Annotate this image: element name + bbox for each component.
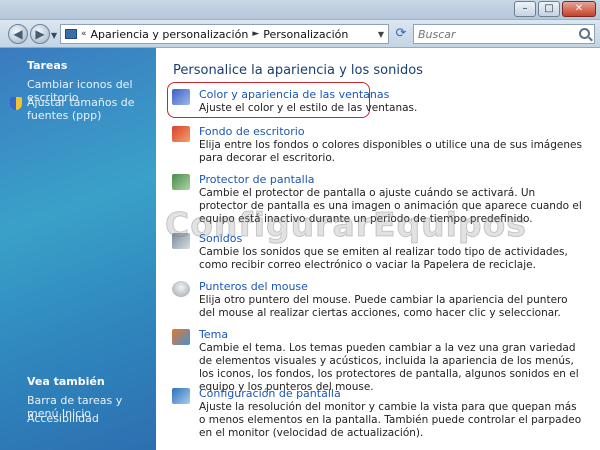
desc-screensaver: Cambie el protector de pantalla o ajuste… [199,187,582,225]
mouse-pointer-icon [172,281,190,297]
close-button[interactable]: ✕ [562,1,596,17]
recent-pages-dropdown[interactable]: ▼ [51,31,57,40]
search-input[interactable] [414,25,564,43]
window-color-icon [172,89,190,105]
maximize-button[interactable]: □ [538,1,560,17]
forward-button[interactable]: ▶ [30,24,50,44]
sidebar-link-accessibility[interactable]: Accesibilidad [27,412,152,425]
link-sounds[interactable]: Sonidos [199,232,242,245]
minimize-button[interactable]: – [514,1,536,17]
desc-desktop-background: Elija entre los fondos o colores disponi… [199,139,582,164]
page-title: Personalice la apariencia y los sonidos [173,63,423,78]
screensaver-icon [172,174,190,190]
link-window-color[interactable]: Color y apariencia de las ventanas [199,88,389,101]
breadcrumb-overflow[interactable]: « [81,29,87,39]
main-content: Personalice la apariencia y los sonidos … [156,48,600,450]
sidebar-heading-see-also: Vea también [27,375,105,388]
breadcrumb[interactable]: « Apariencia y personalización ► Persona… [60,24,389,44]
sounds-icon [172,233,190,249]
control-panel-icon [65,29,77,39]
desktop-background-icon [172,126,190,142]
desc-display-settings: Ajuste la resolución del monitor y cambi… [199,401,582,439]
sidebar: Tareas Cambiar iconos del escritorio Aju… [0,48,156,450]
link-desktop-background[interactable]: Fondo de escritorio [199,125,305,138]
search-box[interactable] [413,24,595,44]
desc-sounds: Cambie los sonidos que se emiten al real… [199,246,568,271]
theme-icon [172,329,190,345]
sidebar-heading-tasks: Tareas [27,59,68,72]
link-mouse-pointers[interactable]: Punteros del mouse [199,280,308,293]
shield-icon [10,97,22,110]
address-dropdown-icon[interactable]: ▼ [378,30,384,39]
breadcrumb-item-apariencia[interactable]: Apariencia y personalización [91,28,249,41]
link-display-settings[interactable]: Configuración de pantalla [199,387,341,400]
sidebar-link-font-size[interactable]: Ajustar tamaños de fuentes (ppp) [27,96,152,122]
search-icon[interactable] [579,28,590,39]
link-theme[interactable]: Tema [199,328,228,341]
breadcrumb-item-personalizacion[interactable]: Personalización [263,28,348,41]
title-bar: – □ ✕ [0,0,600,20]
display-settings-icon [172,388,190,404]
address-bar: ◀ ▶ ▼ « Apariencia y personalización ► P… [0,20,600,48]
desc-mouse-pointers: Elija otro puntero del mouse. Puede camb… [199,294,568,319]
refresh-icon[interactable]: ⟳ [392,25,410,43]
desc-window-color: Ajuste el color y el estilo de las venta… [199,102,418,114]
link-screensaver[interactable]: Protector de pantalla [199,173,315,186]
back-button[interactable]: ◀ [8,24,28,44]
window-controls: – □ ✕ [514,1,596,17]
breadcrumb-separator[interactable]: ► [252,29,259,39]
